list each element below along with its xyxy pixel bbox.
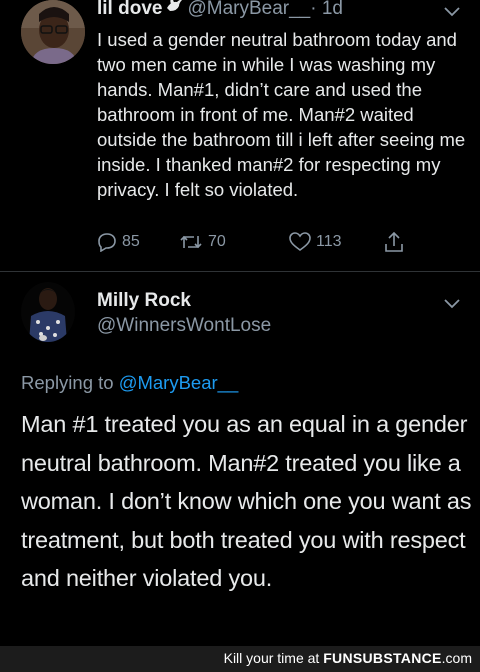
mention-link[interactable]: @MaryBear__ (119, 372, 239, 393)
tweet-actions: 85 70 113 (97, 230, 437, 254)
watermark-suffix: .com (441, 650, 472, 666)
reply-tweet: Milly Rock @WinnersWontLose Replying to … (0, 272, 480, 648)
display-name[interactable]: lil dove (97, 0, 162, 19)
display-name[interactable]: Milly Rock (97, 290, 191, 312)
timestamp: · 1d (310, 0, 343, 19)
heart-icon (289, 232, 311, 252)
reply-action[interactable]: 85 (97, 230, 140, 254)
share-icon (384, 231, 404, 253)
dove-icon (165, 0, 183, 20)
watermark-bar: Kill your time at FUNSUBSTANCE.com (0, 646, 480, 672)
user-handle[interactable]: @WinnersWontLose (97, 315, 271, 337)
watermark: Kill your time at FUNSUBSTANCE.com (224, 650, 472, 666)
reply-text: Man #1 treated you as an equal in a gend… (21, 411, 472, 591)
chevron-down-icon[interactable] (444, 4, 460, 22)
replying-to: Replying to @MaryBear__ (21, 372, 238, 394)
avatar[interactable] (21, 0, 85, 64)
tweet-text: I used a gender neutral bathroom today a… (97, 29, 466, 200)
like-count: 113 (316, 233, 342, 250)
watermark-brand: FUNSUBSTANCE (323, 650, 442, 666)
reply-icon (97, 232, 117, 252)
retweet-icon (179, 233, 203, 251)
watermark-prefix: Kill your time at (223, 650, 324, 666)
reply-count: 85 (122, 233, 140, 250)
chevron-down-icon[interactable] (444, 296, 460, 314)
retweet-count: 70 (208, 233, 226, 250)
replying-to-label: Replying to (21, 372, 119, 393)
user-handle[interactable]: @MaryBear__ (187, 0, 310, 19)
retweet-action[interactable]: 70 (179, 230, 226, 254)
share-action[interactable] (384, 230, 404, 254)
avatar[interactable] (21, 282, 75, 342)
original-tweet: lil dove @MaryBear__· 1d I used a gender … (0, 0, 480, 270)
tweet-header: lil dove @MaryBear__· 1d (97, 0, 343, 20)
like-action[interactable]: 113 (289, 230, 342, 254)
